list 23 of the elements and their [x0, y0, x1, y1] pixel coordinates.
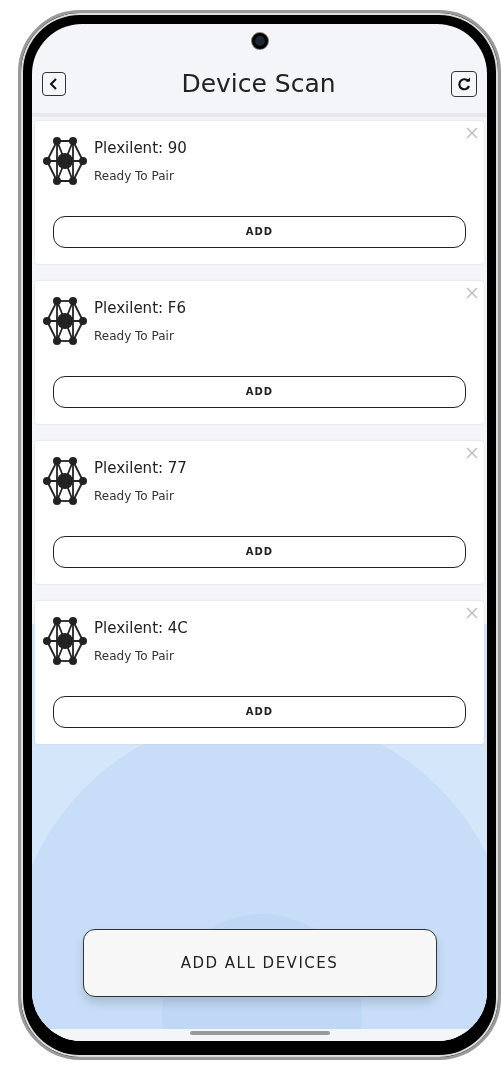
add-all-devices-button[interactable]: ADD ALL DEVICES — [82, 929, 437, 997]
device-name: Plexilent: 4C — [94, 621, 188, 636]
add-button[interactable]: ADD — [53, 535, 466, 568]
device-status: Ready To Pair — [94, 650, 175, 662]
device-status: Ready To Pair — [94, 490, 175, 502]
device-name: Plexilent: F6 — [94, 301, 186, 316]
camera-icon — [251, 33, 268, 49]
back-button[interactable] — [42, 71, 66, 96]
page-title: Device Scan — [181, 68, 336, 100]
close-icon[interactable] — [466, 286, 478, 299]
add-button[interactable]: ADD — [53, 695, 466, 728]
device-status: Ready To Pair — [94, 170, 175, 182]
device-status: Ready To Pair — [94, 330, 175, 342]
close-icon[interactable] — [466, 606, 478, 619]
close-icon[interactable] — [466, 126, 478, 139]
device-name: Plexilent: 90 — [94, 141, 187, 156]
device-name: Plexilent: 77 — [94, 461, 187, 476]
add-button[interactable]: ADD — [53, 375, 466, 408]
refresh-icon — [457, 76, 471, 91]
refresh-button[interactable] — [451, 70, 477, 97]
close-icon[interactable] — [466, 446, 478, 459]
add-button[interactable]: ADD — [53, 215, 466, 248]
chevron-left-icon — [49, 77, 59, 90]
